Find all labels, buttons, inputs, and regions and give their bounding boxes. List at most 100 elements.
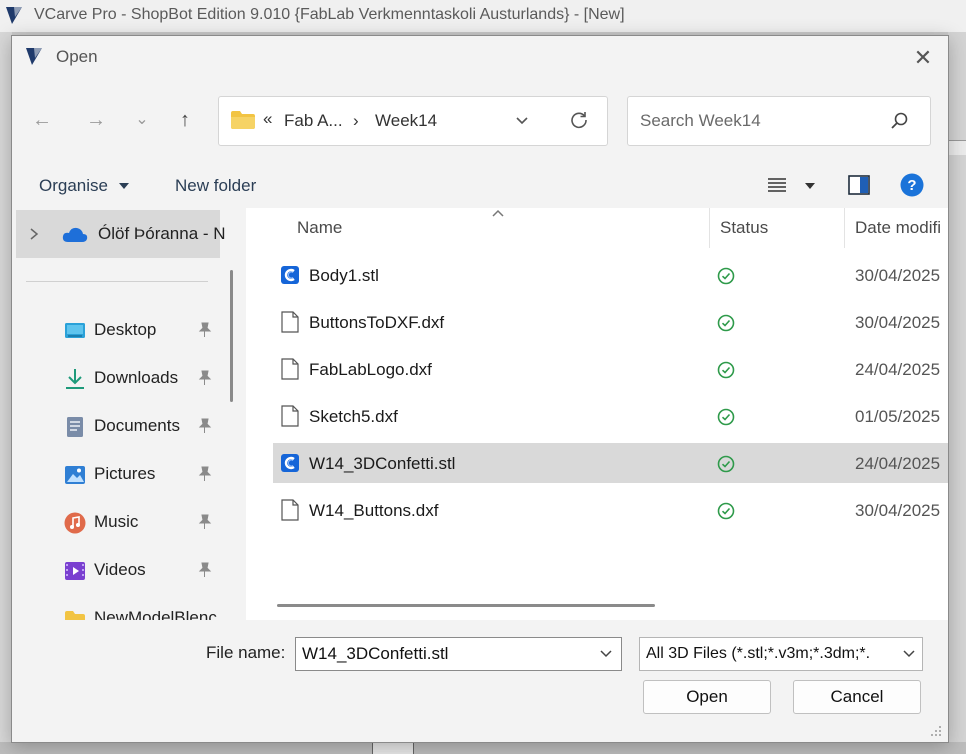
cancel-button[interactable]: Cancel [793,680,921,714]
sidebar-label: Pictures [94,464,156,483]
file-row[interactable]: W14_Buttons.dxf 30/04/2025 [273,490,948,530]
file-row[interactable]: Body1.stl 30/04/2025 [273,255,948,295]
open-button[interactable]: Open [643,680,771,714]
pin-icon[interactable] [198,466,212,482]
pictures-icon [65,466,85,484]
synced-check-icon [717,455,735,473]
command-bar: Organise New folder ? [12,162,948,208]
search-input[interactable]: Search Week14 [627,96,931,146]
help-icon[interactable]: ? [900,173,924,197]
document-file-icon [281,405,299,427]
file-type-dropdown[interactable] [894,638,922,670]
music-icon [64,512,86,534]
recent-locations-button[interactable]: ⌄ [128,106,156,134]
file-name: Body1.stl [309,266,379,285]
resize-grip-icon[interactable] [930,725,942,737]
document-file-icon [281,358,299,380]
refresh-icon[interactable] [569,110,589,130]
synced-check-icon [717,314,735,332]
file-type-select[interactable]: All 3D Files (*.stl;*.v3m;*.3dm;*. [639,637,923,671]
new-folder-button[interactable]: New folder [175,176,256,196]
stl-file-icon [281,266,299,284]
synced-check-icon [717,267,735,285]
chevron-right-icon[interactable] [29,228,39,240]
file-type-value: All 3D Files (*.stl;*.v3m;*.3dm;*. [646,645,871,662]
cloud-icon [62,227,88,242]
sidebar-label: Music [94,512,139,531]
sidebar-divider [26,281,208,282]
breadcrumb-week14[interactable]: Week14 [375,111,437,131]
file-date-modified: 30/04/2025 [855,501,941,520]
file-row[interactable]: Sketch5.dxf 01/05/2025 [273,396,948,436]
chevron-down-icon[interactable] [599,649,613,659]
synced-check-icon [717,408,735,426]
column-header-date-modified[interactable]: Date modifi [855,218,941,238]
sidebar-item-music[interactable]: Music [12,502,220,542]
file-date-modified: 30/04/2025 [855,313,941,332]
breadcrumb-fab-a[interactable]: Fab A... [284,111,343,131]
documents-icon [67,417,83,437]
chevron-down-icon[interactable] [902,649,916,659]
sidebar-label: Documents [94,416,180,435]
file-row[interactable]: FabLabLogo.dxf 24/04/2025 [273,349,948,389]
download-icon [66,369,84,389]
up-button[interactable]: ↑ [171,106,199,134]
view-dropdown-icon[interactable] [804,182,816,190]
vcarve-logo-icon [6,7,22,24]
app-bottom-control [372,742,414,754]
preview-pane-icon[interactable] [848,175,870,195]
file-name: W14_3DConfetti.stl [309,454,456,473]
folder-icon [65,611,85,620]
sidebar-item-downloads[interactable]: Downloads [12,358,220,398]
svg-text:?: ? [907,177,916,194]
file-name: Sketch5.dxf [309,407,398,426]
pin-icon[interactable] [198,514,212,530]
pin-icon[interactable] [198,322,212,338]
column-header-status[interactable]: Status [720,218,768,238]
pin-icon[interactable] [198,562,212,578]
sidebar-item-videos[interactable]: Videos [12,550,220,590]
sidebar-label: Videos [94,560,146,579]
sidebar-item-pictures[interactable]: Pictures [12,454,220,494]
file-name-value: W14_3DConfetti.stl [302,644,449,663]
horizontal-scrollbar[interactable] [277,604,655,607]
forward-button[interactable]: → [82,106,110,134]
close-icon[interactable]: ✕ [908,44,938,72]
dialog-app-icon [26,48,42,65]
file-list: Name Status Date modifi Body1.stl 30/04/2… [246,208,948,620]
chevron-down-icon[interactable] [515,115,529,127]
sidebar-label: NewModelBlenc [94,608,217,620]
sidebar-item-desktop[interactable]: Desktop [12,310,220,350]
sidebar-label: Downloads [94,368,179,387]
column-header-name[interactable]: Name [297,218,342,238]
sidebar-item-onedrive[interactable]: Ólöf Þóranna - N [16,210,226,258]
file-date-modified: 24/04/2025 [855,360,941,379]
folder-icon [231,111,255,129]
file-row[interactable]: W14_3DConfetti.stl 24/04/2025 [273,443,948,483]
back-button[interactable]: ← [28,106,56,134]
sidebar-item-newmodelblend[interactable]: NewModelBlenc [12,598,220,620]
file-name-input[interactable]: W14_3DConfetti.stl [295,637,622,671]
navigation-pane: Ólöf Þóranna - N Desktop Downloads Docum… [12,208,234,620]
view-list-icon[interactable] [767,176,787,194]
sidebar-scrollbar[interactable] [230,270,233,402]
organise-button[interactable]: Organise [39,176,108,196]
file-row[interactable]: ButtonsToDXF.dxf 30/04/2025 [273,302,948,342]
synced-check-icon [717,361,735,379]
search-icon[interactable] [890,111,910,131]
sidebar-label-onedrive: Ólöf Þóranna - N [98,224,226,243]
address-chevrons: « [263,109,273,128]
pin-icon[interactable] [198,418,212,434]
sidebar-label: Desktop [94,320,157,339]
file-name-label: File name: [206,643,286,662]
dialog-title: Open [56,47,98,66]
sidebar-item-documents[interactable]: Documents [12,406,220,446]
app-title: VCarve Pro - ShopBot Edition 9.010 {FabL… [34,6,625,23]
column-divider[interactable] [709,208,710,248]
pin-icon[interactable] [198,370,212,386]
address-bar[interactable]: « Fab A... › Week14 [218,96,608,146]
column-divider[interactable] [844,208,845,248]
organise-dropdown-icon[interactable] [118,182,130,190]
file-name: W14_Buttons.dxf [309,501,439,520]
synced-check-icon [717,502,735,520]
